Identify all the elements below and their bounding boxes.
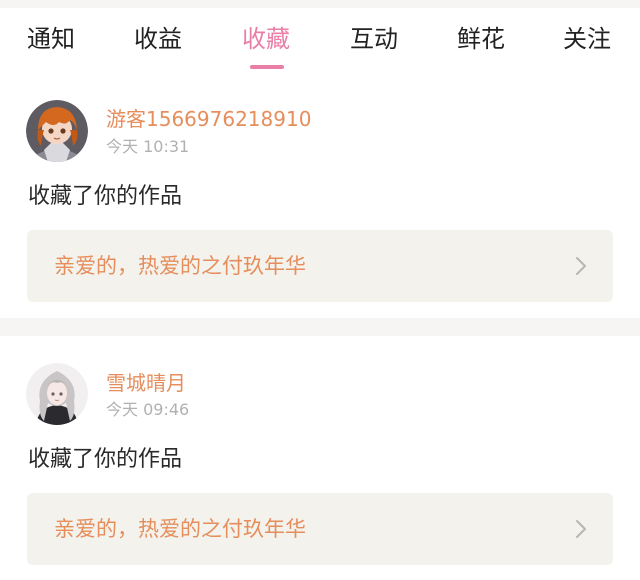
tab-earnings[interactable]: 收益 bbox=[134, 22, 182, 56]
action-text: 收藏了你的作品 bbox=[28, 447, 183, 472]
username[interactable]: 雪城晴月 bbox=[106, 370, 186, 396]
anime-avatar-white-hair-icon bbox=[26, 363, 88, 425]
status-area bbox=[0, 0, 640, 8]
work-link[interactable]: 亲爱的，热爱的之付玖年华 bbox=[27, 493, 613, 565]
active-tab-indicator bbox=[250, 65, 284, 69]
anime-avatar-brown-hair-icon bbox=[26, 100, 88, 162]
timestamp: 今天 10:31 bbox=[106, 137, 190, 156]
chevron-right-icon bbox=[576, 257, 586, 275]
timestamp: 今天 09:46 bbox=[106, 400, 190, 419]
work-title: 亲爱的，热爱的之付玖年华 bbox=[54, 517, 306, 541]
tab-bar: 通知 收益 收藏 互动 鲜花 关注 bbox=[0, 8, 640, 78]
work-title: 亲爱的，热爱的之付玖年华 bbox=[54, 254, 306, 278]
username[interactable]: 游客1566976218910 bbox=[106, 106, 311, 132]
tab-favorites[interactable]: 收藏 bbox=[242, 22, 290, 56]
tab-interactions[interactable]: 互动 bbox=[350, 22, 398, 56]
tab-following[interactable]: 关注 bbox=[563, 22, 611, 56]
chevron-right-icon bbox=[576, 520, 586, 538]
action-text: 收藏了你的作品 bbox=[28, 184, 183, 209]
avatar[interactable] bbox=[26, 100, 88, 162]
avatar[interactable] bbox=[26, 363, 88, 425]
tab-notifications[interactable]: 通知 bbox=[27, 22, 75, 56]
tab-flowers[interactable]: 鲜花 bbox=[457, 22, 505, 56]
section-divider bbox=[0, 318, 640, 336]
work-link[interactable]: 亲爱的，热爱的之付玖年华 bbox=[27, 230, 613, 302]
